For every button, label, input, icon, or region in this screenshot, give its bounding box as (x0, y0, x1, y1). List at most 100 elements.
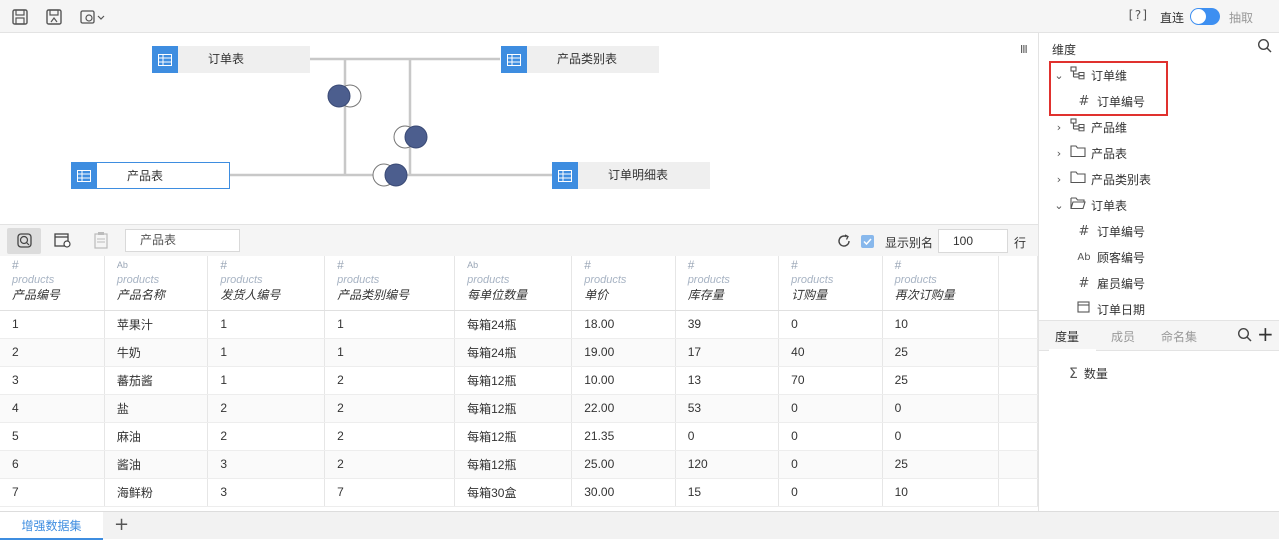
table-node-label: 订单表 (178, 46, 310, 73)
column-header[interactable]: # products 库存量 (675, 256, 780, 311)
measure-tabs: 度量 成员 命名集 + (1039, 320, 1279, 351)
column-header[interactable]: # products 产品类别编号 (324, 256, 456, 311)
table-row[interactable]: 5 麻油 2 2 每箱12瓶 21.35 0 0 0 (0, 422, 1038, 451)
tree-item[interactable]: ⌄ 订单表 (1053, 194, 1127, 216)
table-node-label: 订单明细表 (578, 162, 710, 189)
diagram-menu-icon[interactable]: III (1020, 43, 1028, 56)
tab-members[interactable]: 成员 (1111, 328, 1135, 345)
tree-item[interactable]: # 订单编号 (1071, 220, 1145, 242)
toggle-knob (1191, 9, 1206, 24)
table-cell (998, 450, 1038, 479)
table-node-order-details[interactable]: 订单明细表 (552, 162, 710, 189)
table-cell: 17 (675, 338, 780, 367)
table-cell: 3 (207, 450, 326, 479)
table-node-product-category[interactable]: 产品类别表 (501, 46, 659, 73)
join-icon[interactable] (372, 163, 408, 187)
table-row[interactable]: 6 酱油 3 2 每箱12瓶 25.00 120 0 25 (0, 450, 1038, 479)
table-cell: 25 (882, 338, 1000, 367)
tree-item-label: 订单表 (1091, 198, 1128, 213)
field-type-icon: Ab (116, 260, 128, 270)
table-select[interactable]: 产品表 (125, 229, 240, 252)
right-panel: 维度 ⌄ 订单维 # 订单编号 › 产品维 › 产品表 › 产品类别表 ⌄ 订单表 # 订单编号 Ab 顾客编… (1038, 33, 1279, 511)
add-tab-button[interactable]: + (114, 514, 129, 535)
save-icon[interactable] (11, 8, 29, 26)
field-source: products (467, 274, 510, 286)
search-icon[interactable] (1237, 327, 1253, 343)
mode-toggle[interactable] (1190, 8, 1220, 25)
join-icon[interactable] (393, 125, 428, 149)
tree-item[interactable]: # 雇员编号 (1071, 272, 1145, 294)
table-cell: 5 (0, 422, 105, 451)
save-as-icon[interactable] (45, 8, 63, 26)
table-node-products[interactable]: 产品表 (71, 162, 230, 189)
tree-item[interactable]: › 产品表 (1053, 142, 1127, 164)
table-row[interactable]: 2 牛奶 1 1 每箱24瓶 19.00 17 40 25 (0, 338, 1038, 367)
table-row[interactable]: 7 海鲜粉 3 7 每箱30盒 30.00 15 0 10 (0, 478, 1038, 507)
table-cell: 120 (675, 450, 780, 479)
table-cell: 苹果汁 (104, 310, 209, 339)
table-row[interactable]: 4 盐 2 2 每箱12瓶 22.00 53 0 0 (0, 394, 1038, 423)
tab-measures[interactable]: 度量 (1055, 328, 1079, 345)
date-icon (1075, 300, 1093, 318)
chevron-right-icon[interactable]: › (1053, 173, 1065, 186)
table-cell: 每箱30盒 (454, 478, 573, 507)
table-row[interactable]: 3 蕃茄酱 1 2 每箱12瓶 10.00 13 70 25 (0, 366, 1038, 395)
table-cell: 酱油 (104, 450, 209, 479)
table-cell (998, 478, 1038, 507)
show-alias-checkbox[interactable] (861, 235, 874, 248)
column-header[interactable]: # products 发货人编号 (207, 256, 326, 311)
table-cell: 2 (324, 450, 456, 479)
clipboard-button[interactable] (84, 228, 118, 254)
tree-item[interactable]: Ab 顾客编号 (1071, 246, 1145, 268)
settings-dropdown-icon[interactable] (79, 8, 107, 26)
tab-named-sets[interactable]: 命名集 (1161, 328, 1197, 345)
column-header[interactable]: # products 产品编号 (0, 256, 105, 311)
table-cell: 2 (324, 366, 456, 395)
help-button[interactable]: [?] (1127, 8, 1149, 22)
join-icon[interactable] (327, 84, 362, 108)
table-cell: 2 (324, 422, 456, 451)
tree-item[interactable]: › 产品维 (1053, 116, 1127, 138)
field-name: 发货人编号 (220, 288, 281, 302)
table-cell: 1 (207, 366, 326, 395)
refresh-icon[interactable] (836, 233, 852, 249)
table-settings-button[interactable] (46, 228, 80, 254)
table-cell: 30.00 (571, 478, 676, 507)
table-cell (998, 422, 1038, 451)
chevron-right-icon[interactable]: › (1053, 121, 1065, 134)
table-node-label: 产品类别表 (527, 46, 659, 73)
chevron-right-icon[interactable]: › (1053, 147, 1065, 160)
column-header[interactable] (998, 256, 1038, 311)
table-cell: 每箱24瓶 (454, 338, 573, 367)
row-count-input[interactable] (938, 229, 1008, 253)
add-measure-button[interactable]: + (1257, 322, 1274, 346)
column-header[interactable]: # products 单价 (571, 256, 676, 311)
table-row[interactable]: 1 苹果汁 1 1 每箱24瓶 18.00 39 0 10 (0, 310, 1038, 339)
field-source: products (220, 274, 263, 286)
field-name: 产品编号 (12, 288, 61, 302)
table-cell: 牛奶 (104, 338, 209, 367)
column-header[interactable]: # products 再次订购量 (882, 256, 1000, 311)
table-cell: 蕃茄酱 (104, 366, 209, 395)
table-cell: 1 (0, 310, 105, 339)
measure-label: 数量 (1083, 367, 1108, 381)
search-icon[interactable] (1257, 38, 1273, 54)
field-name: 产品类别编号 (337, 288, 410, 302)
table-cell: 每箱12瓶 (454, 366, 573, 395)
table-cell: 1 (207, 338, 326, 367)
table-cell: 2 (207, 394, 326, 423)
table-node-orders[interactable]: 订单表 (152, 46, 310, 73)
table-cell: 10 (882, 310, 1000, 339)
tree-item[interactable]: 订单日期 (1071, 298, 1145, 319)
tab-enhanced-dataset[interactable]: 增强数据集 (0, 512, 103, 540)
tree-item[interactable]: › 产品类别表 (1053, 168, 1151, 190)
field-source: products (12, 274, 55, 286)
preview-query-button[interactable] (7, 228, 41, 254)
column-header[interactable]: Ab products 每单位数量 (454, 256, 573, 311)
table-cell: 0 (882, 394, 1000, 423)
measure-item[interactable]: Σ 数量 (1069, 365, 1108, 382)
table-cell: 6 (0, 450, 105, 479)
chevron-down-icon[interactable]: ⌄ (1053, 199, 1065, 212)
column-header[interactable]: # products 订购量 (778, 256, 883, 311)
column-header[interactable]: Ab products 产品名称 (104, 256, 209, 311)
